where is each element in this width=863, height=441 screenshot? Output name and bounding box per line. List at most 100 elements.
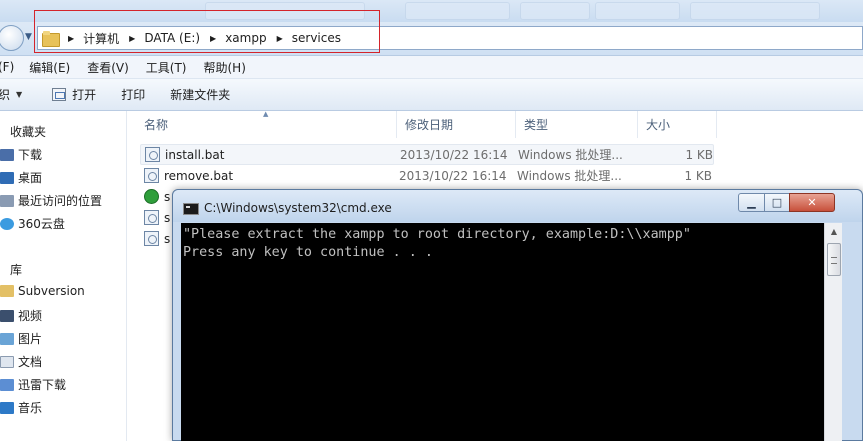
sidebar-item-label: 视频 — [18, 309, 43, 323]
background-tab — [205, 2, 365, 20]
new-folder-button[interactable]: 新建文件夹 — [170, 86, 230, 103]
console-icon — [183, 203, 199, 215]
sidebar-item-videos[interactable]: 视频 — [0, 307, 42, 324]
star-icon — [0, 126, 6, 138]
file-date: 2013/10/22 16:14 — [399, 168, 507, 183]
batch-file-icon — [144, 168, 159, 183]
background-tab — [595, 2, 680, 20]
close-button[interactable]: ✕ — [789, 193, 835, 212]
sidebar-item-label: 库 — [10, 263, 23, 277]
scrollbar-thumb[interactable] — [827, 243, 841, 276]
thunder-download-icon — [0, 378, 14, 391]
file-size: 1 KB — [684, 168, 712, 183]
sidebar-item-label: 图片 — [18, 332, 43, 346]
sidebar-item-label: 音乐 — [18, 401, 43, 415]
document-library-icon — [0, 355, 14, 368]
music-library-icon — [0, 401, 14, 414]
open-button[interactable]: 打开 — [52, 86, 96, 103]
sidebar-item-pictures[interactable]: 图片 — [0, 330, 42, 347]
sidebar-item-label: Subversion — [18, 284, 85, 298]
back-button[interactable] — [0, 25, 24, 51]
console-output[interactable]: "Please extract the xampp to root direct… — [181, 223, 824, 441]
open-label: 打开 — [72, 88, 97, 102]
command-bar: 织 ▼ 打开 打印 新建文件夹 — [0, 79, 863, 111]
print-button[interactable]: 打印 — [121, 86, 145, 103]
chevron-right-icon[interactable]: ▶ — [210, 34, 216, 43]
chevron-right-icon[interactable]: ▶ — [68, 34, 74, 43]
sidebar-item-label: 文档 — [18, 355, 43, 369]
sidebar-item-favorites[interactable]: 收藏夹 — [0, 123, 46, 140]
scroll-up-icon[interactable]: ▲ — [826, 225, 842, 239]
library-icon — [0, 264, 6, 276]
menu-help[interactable]: 帮助(H) — [204, 59, 246, 76]
organize-button[interactable]: 织 ▼ — [0, 86, 22, 103]
sidebar-item-documents[interactable]: 文档 — [0, 353, 42, 370]
minimize-button[interactable]: ▁ — [738, 193, 765, 212]
navigation-bar: ▼ ▶ 计算机 ▶ DATA (E:) ▶ xampp ▶ services — [0, 22, 863, 56]
table-row[interactable]: remove.bat 2013/10/22 16:14 Windows 批处理.… — [140, 165, 714, 186]
vertical-scrollbar[interactable]: ▲ — [824, 223, 842, 441]
column-header-type[interactable]: 类型 — [516, 111, 638, 138]
navigation-pane: 收藏夹 下载 桌面 最近访问的位置 360云盘 库 Subversion 视频 … — [0, 111, 127, 441]
recent-places-icon — [0, 194, 14, 207]
window-title: C:\Windows\system32\cmd.exe — [204, 201, 392, 215]
address-bar[interactable]: ▶ 计算机 ▶ DATA (E:) ▶ xampp ▶ services — [37, 26, 863, 50]
organize-label: 织 — [0, 88, 11, 102]
batch-file-icon — [145, 147, 160, 162]
sidebar-item-downloads[interactable]: 下载 — [0, 146, 42, 163]
batch-file-icon — [144, 231, 159, 246]
sidebar-item-desktop[interactable]: 桌面 — [0, 169, 42, 186]
sidebar-item-label: 360云盘 — [18, 217, 65, 231]
folder-icon — [42, 31, 60, 47]
menu-bar: (F) 编辑(E) 查看(V) 工具(T) 帮助(H) — [0, 56, 863, 79]
sidebar-item-thunder[interactable]: 迅雷下载 — [0, 376, 66, 393]
menu-tools[interactable]: 工具(T) — [146, 59, 187, 76]
sidebar-item-music[interactable]: 音乐 — [0, 399, 42, 416]
sidebar-item-label: 最近访问的位置 — [18, 194, 103, 208]
column-header-size[interactable]: 大小 — [638, 111, 717, 138]
menu-file[interactable]: (F) — [0, 60, 14, 74]
background-taskbar-strip — [0, 0, 863, 22]
table-row[interactable]: install.bat 2013/10/22 16:14 Windows 批处理… — [140, 144, 714, 165]
chevron-down-icon: ▼ — [16, 90, 23, 99]
console-line: Press any key to continue . . . — [183, 245, 433, 260]
cmd-window[interactable]: C:\Windows\system32\cmd.exe ▁ □ ✕ "Pleas… — [172, 189, 863, 441]
file-size: 1 KB — [685, 147, 713, 162]
breadcrumb-xampp[interactable]: xampp — [225, 31, 266, 45]
desktop-icon — [0, 171, 14, 184]
column-header-date[interactable]: 修改日期 — [397, 111, 516, 138]
console-line: "Please extract the xampp to root direct… — [183, 227, 691, 242]
close-icon: ✕ — [807, 196, 817, 209]
breadcrumb-computer[interactable]: 计算机 — [83, 30, 119, 47]
file-name: install.bat — [165, 147, 225, 162]
background-tab — [690, 2, 820, 20]
background-tab — [405, 2, 510, 20]
maximize-button[interactable]: □ — [764, 193, 790, 212]
minimize-icon: ▁ — [747, 196, 756, 209]
recent-pages-dropdown-icon[interactable]: ▼ — [25, 32, 35, 42]
sidebar-item-label: 下载 — [18, 148, 43, 162]
chevron-right-icon[interactable]: ▶ — [129, 34, 135, 43]
php-file-icon — [144, 189, 159, 204]
breadcrumb-services[interactable]: services — [292, 31, 341, 45]
sidebar-item-recent[interactable]: 最近访问的位置 — [0, 192, 102, 209]
sidebar-item-360cloud[interactable]: 360云盘 — [0, 215, 65, 232]
sidebar-item-label: 桌面 — [18, 171, 43, 185]
cmd-titlebar[interactable]: C:\Windows\system32\cmd.exe ▁ □ ✕ — [173, 190, 862, 222]
open-file-icon — [52, 88, 67, 101]
menu-view[interactable]: 查看(V) — [87, 59, 129, 76]
menu-edit[interactable]: 编辑(E) — [29, 59, 70, 76]
file-type: Windows 批处理... — [518, 148, 623, 162]
sidebar-item-subversion[interactable]: Subversion — [0, 284, 85, 298]
file-type: Windows 批处理... — [517, 169, 622, 183]
sidebar-item-libraries[interactable]: 库 — [0, 261, 22, 278]
column-header-name[interactable]: 名称 — [136, 111, 397, 138]
new-folder-label: 新建文件夹 — [170, 88, 231, 102]
sidebar-item-label: 收藏夹 — [10, 125, 47, 139]
maximize-icon: □ — [771, 196, 783, 209]
download-folder-icon — [0, 148, 14, 161]
batch-file-icon — [144, 210, 159, 225]
breadcrumb-drive[interactable]: DATA (E:) — [144, 31, 200, 45]
file-name: remove.bat — [164, 168, 234, 183]
chevron-right-icon[interactable]: ▶ — [277, 34, 283, 43]
